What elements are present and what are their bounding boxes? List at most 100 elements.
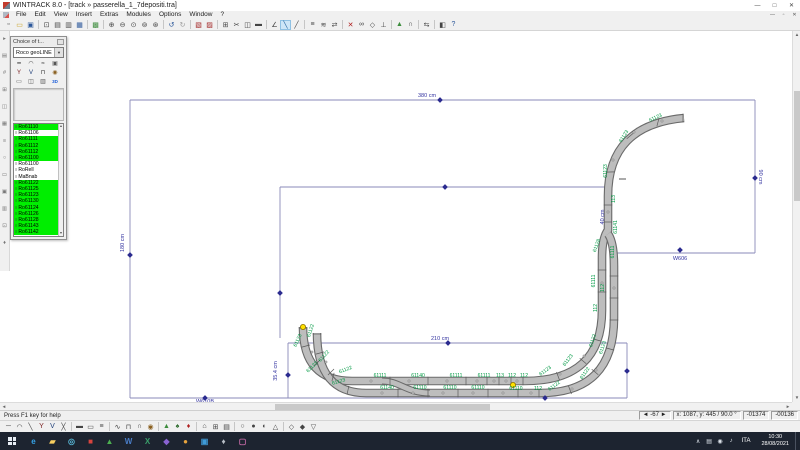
scroll-left-arrow[interactable]: ◄ [0,403,8,410]
toolbar-zoom-page-icon[interactable]: ⊚ [139,20,150,30]
app-icon-3[interactable]: ◎ [62,432,81,450]
toolbar-draw-track-icon[interactable]: ╲ [280,20,291,30]
menu-item-view[interactable]: View [50,11,72,19]
bridge-icon[interactable]: ⊓ [37,68,49,77]
toolbar-terrain-icon[interactable]: ▲ [394,20,405,30]
mdi-close-button[interactable]: ✕ [789,12,800,18]
start-button[interactable] [0,432,24,450]
bottombar-bb-curve-track-icon[interactable]: ◠ [14,422,25,432]
clock[interactable]: 10:30 28/08/2021 [755,434,795,448]
track-plan-workspace[interactable]: ▸▤#⊞◫▦≡○▭▣▥⊡♦ 380 cm180 cm210 cm35.4 cm9… [0,31,800,410]
volume-icon[interactable]: ♪ [726,438,737,445]
word-icon[interactable]: W [119,432,138,450]
toolbar-delete-track-icon[interactable]: ✕ [345,20,356,30]
list-scroll-up-arrow[interactable]: ▲ [59,124,62,129]
show-desktop-button[interactable] [795,432,800,450]
toolbar-open-file-icon[interactable]: ▭ [14,20,25,30]
bottombar-bb-signal-icon[interactable]: ♦ [183,422,194,432]
toolbar-grid-icon[interactable]: ⊞ [220,20,231,30]
tray-chevron-icon[interactable]: ∧ [693,438,704,445]
bottombar-bb-terrain-icon[interactable]: ▲ [161,422,172,432]
app-icon-8[interactable]: ◆ [157,432,176,450]
mdi-minimize-button[interactable]: — [767,12,778,18]
horizontal-scrollbar[interactable]: ◄ ► [0,402,792,410]
toolbar-cut-icon[interactable]: ✂ [231,20,242,30]
toolbar-zoom-window-icon[interactable]: ⊙ [128,20,139,30]
toolbar-track-shift-icon[interactable]: ≋ [318,20,329,30]
minimize-button[interactable]: — [749,0,766,11]
close-button[interactable]: ✕ [783,0,800,11]
bottombar-bb-tree-icon[interactable]: ♠ [172,422,183,432]
menu-item-insert[interactable]: Insert [72,11,96,19]
app-icon-5[interactable]: ▲ [100,432,119,450]
toolbar-zoom-all-icon[interactable]: ⊛ [150,20,161,30]
bottombar-bb-platform-icon[interactable]: ▭ [85,422,96,432]
bottombar-bb-table-icon[interactable]: ▤ [221,422,232,432]
bottombar-bb-turnout-left-icon[interactable]: Y [36,422,47,432]
bottombar-bb-solid-diamond-icon[interactable]: ◆ [297,422,308,432]
excel-icon[interactable]: X [138,432,157,450]
track-part-item[interactable]: ≡Ro61142 [14,229,63,235]
keyboard-icon[interactable]: ▤ [704,438,715,445]
menu-item-file[interactable]: File [12,11,30,19]
menu-item-modules[interactable]: Modules [122,11,155,19]
bottombar-bb-turnout-right-icon[interactable]: V [47,422,58,432]
bottombar-bb-slope-icon[interactable]: △ [270,422,281,432]
flex-track-icon[interactable]: ≈ [37,59,49,68]
toolbar-help-icon[interactable]: ? [448,20,459,30]
toolbar-angle-icon[interactable]: ∠ [269,20,280,30]
curve-track-icon[interactable]: ◠ [25,59,37,68]
catalog-icon[interactable]: ▣ [49,59,61,68]
toolbar-copy-icon[interactable]: ◫ [242,20,253,30]
app-icon-9[interactable]: ● [176,432,195,450]
toolbar-connect-track-icon[interactable]: ∞ [356,20,367,30]
mdi-restore-button[interactable]: ▫ [778,12,789,18]
toolbar-undo-icon[interactable]: ↺ [166,20,177,30]
track-part-list[interactable]: ≡Ro61110≡Ro61106≡Ro61111≡Ro61112≡Ro61112… [13,123,64,237]
bottombar-bb-crossing-icon[interactable]: ╳ [58,422,69,432]
bottombar-bb-diamond-icon[interactable]: ◇ [286,422,297,432]
plate-icon[interactable]: ▭ [13,77,25,86]
bottombar-bb-flex-track-icon[interactable]: ∿ [112,422,123,432]
file-explorer-icon[interactable]: ▰ [43,432,62,450]
bottombar-bb-bridge-icon[interactable]: ⊓ [123,422,134,432]
menu-item-edit[interactable]: Edit [30,11,49,19]
turntable-icon[interactable]: ◉ [49,68,61,77]
turnout-right-icon[interactable]: V [25,68,37,77]
toolbar-zoom-out-icon[interactable]: ⊖ [117,20,128,30]
wall-icon[interactable]: ▥ [37,77,49,86]
building-icon[interactable]: ◫ [25,77,37,86]
toolbar-image-icon[interactable]: ▩ [90,20,101,30]
toolbar-parts-list-icon[interactable]: ▨ [204,20,215,30]
menu-item-extras[interactable]: Extras [96,11,122,19]
edge-icon[interactable]: e [24,432,43,450]
toolbar-parts-catalog-icon[interactable]: ▧ [193,20,204,30]
toolbar-track-swap-icon[interactable]: ⇄ [329,20,340,30]
app-icon-10[interactable]: ▣ [195,432,214,450]
bottombar-bb-tunnel-icon[interactable]: ∩ [134,422,145,432]
bottombar-bb-list-icon[interactable]: ≡ [96,422,107,432]
app-icon-11[interactable]: ♦ [214,432,233,450]
dimension-nodes[interactable] [127,97,758,401]
scroll-up-arrow[interactable]: ▲ [793,31,800,39]
chevron-down-icon[interactable]: ▼ [54,48,63,57]
turnout-marker[interactable] [300,324,305,329]
track-system-dropdown[interactable]: Roco geoLINE ▼ [13,47,64,58]
bottombar-bb-grid-icon[interactable]: ⊞ [210,422,221,432]
bottombar-bb-diagonal-track-icon[interactable]: ╲ [25,422,36,432]
toolbar-new-file-icon[interactable]: ▫ [3,20,14,30]
toolbar-zoom-in-icon[interactable]: ⊕ [106,20,117,30]
toolbar-flip-track-icon[interactable]: ◇ [367,20,378,30]
toolbar-convert-icon[interactable]: ⇆ [421,20,432,30]
toolbar-export-icon[interactable]: ▥ [63,20,74,30]
bottombar-bb-straight-track-icon[interactable]: ─ [3,422,14,432]
maximize-button[interactable]: □ [766,0,783,11]
turnout-left-icon[interactable]: Y [13,68,25,77]
list-scrollbar[interactable]: ▲▼ [58,124,63,236]
bottombar-bb-down-icon[interactable]: ▽ [308,422,319,432]
toolbar-print-preview-icon[interactable]: ⊡ [41,20,52,30]
toolbar-redo-icon[interactable]: ↻ [177,20,188,30]
language-indicator[interactable]: ITA [737,438,756,444]
app-icon-12[interactable]: ▢ [233,432,252,450]
menu-item-help[interactable]: ? [216,11,228,19]
